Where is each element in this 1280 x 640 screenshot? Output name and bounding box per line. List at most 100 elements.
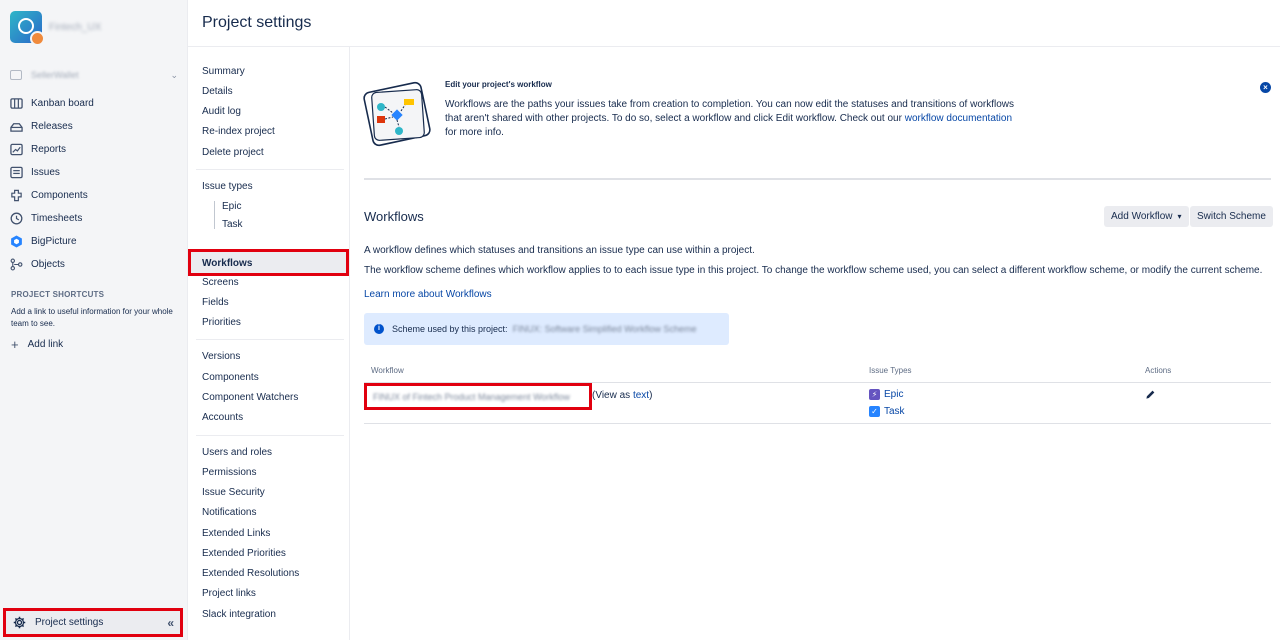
sidebar-item-objects[interactable]: Objects — [10, 253, 180, 276]
sidebar-item-kanban-board[interactable]: Kanban board — [10, 92, 180, 115]
task-icon: ✓ — [869, 406, 880, 417]
column-header-workflow: Workflow — [371, 366, 404, 375]
menu-item-extended-links[interactable]: Extended Links — [202, 528, 270, 539]
menu-item-delete-project[interactable]: Delete project — [202, 147, 264, 158]
menu-item-permissions[interactable]: Permissions — [202, 467, 256, 478]
menu-item-users-and-roles[interactable]: Users and roles — [202, 447, 272, 458]
close-banner-icon[interactable]: × — [1260, 82, 1271, 93]
sidebar-item-bigpicture[interactable]: BigPicture — [10, 230, 180, 253]
shortcuts-description: Add a link to useful information for you… — [11, 307, 173, 328]
components-icon — [11, 189, 22, 202]
sidebar-item-timesheets[interactable]: Timesheets — [10, 207, 180, 230]
menu-item-epic[interactable]: Epic — [222, 201, 241, 212]
view-as-suffix: ) — [649, 390, 653, 401]
menu-divider — [196, 339, 344, 340]
menu-item-details[interactable]: Details — [202, 86, 233, 97]
menu-item-issue-types[interactable]: Issue types — [202, 181, 253, 192]
bigpicture-icon — [11, 235, 22, 248]
sidebar-item-label: Reports — [31, 144, 67, 155]
add-link-button[interactable]: + Add link — [11, 336, 64, 352]
issue-type-task[interactable]: ✓ Task — [869, 406, 905, 417]
scheme-name-link[interactable]: FINUX: Software Simplified Workflow Sche… — [513, 324, 697, 334]
chevron-down-icon: ▾ — [1177, 212, 1182, 221]
column-header-issue-types: Issue Types — [869, 366, 912, 375]
sidebar-item-components[interactable]: Components — [10, 184, 180, 207]
settings-menu: Summary Details Audit log Re-index proje… — [188, 46, 350, 640]
collapse-sidebar-icon[interactable]: « — [167, 616, 174, 630]
workflow-name-cell[interactable]: FINUX of Fintech Product Management Work… — [364, 383, 592, 410]
sidebar-item-label: Kanban board — [31, 98, 94, 109]
plus-icon: + — [11, 336, 19, 352]
shortcuts-heading: PROJECT SHORTCUTS — [11, 290, 105, 299]
add-workflow-label: Add Workflow — [1111, 211, 1173, 222]
issue-type-epic[interactable]: ⚡ Epic — [869, 389, 903, 400]
menu-divider — [196, 169, 344, 170]
view-as-text: (View as text) — [592, 390, 652, 401]
menu-item-project-links[interactable]: Project links — [202, 588, 256, 599]
menu-item-components[interactable]: Components — [202, 372, 259, 383]
board-selector-label: SellerWallet — [31, 70, 79, 80]
pencil-icon[interactable] — [1145, 389, 1156, 400]
releases-icon — [10, 123, 23, 132]
menu-item-reindex-project[interactable]: Re-index project — [202, 126, 275, 137]
switch-scheme-button[interactable]: Switch Scheme — [1190, 206, 1273, 227]
chevron-down-icon: ⌄ — [170, 69, 178, 80]
info-icon: i — [374, 324, 384, 334]
menu-item-slack-integration[interactable]: Slack integration — [202, 609, 276, 620]
banner-text: Workflows are the paths your issues take… — [445, 98, 1020, 140]
issue-type-label: Epic — [884, 389, 904, 400]
project-name: Fintech_UX — [49, 21, 102, 33]
submenu-indent-line — [214, 201, 215, 229]
workflows-content: Edit your project's workflow Workflows a… — [350, 46, 1280, 640]
scheme-description: The workflow scheme defines which workfl… — [364, 265, 1263, 276]
board-selector[interactable]: SellerWallet ⌄ — [10, 66, 178, 84]
gear-icon — [13, 616, 26, 629]
kanban-icon — [10, 98, 23, 109]
menu-item-component-watchers[interactable]: Component Watchers — [202, 392, 298, 403]
objects-icon — [10, 258, 23, 271]
workflows-heading: Workflows — [364, 209, 424, 224]
sidebar-item-label: Issues — [31, 167, 60, 178]
menu-item-issue-security[interactable]: Issue Security — [202, 487, 265, 498]
menu-item-priorities[interactable]: Priorities — [202, 317, 241, 328]
menu-divider — [196, 435, 344, 436]
menu-item-workflows[interactable]: Workflows — [188, 249, 349, 276]
add-workflow-button[interactable]: Add Workflow ▾ — [1104, 206, 1189, 227]
menu-item-extended-priorities[interactable]: Extended Priorities — [202, 548, 286, 559]
project-settings-label: Project settings — [35, 617, 104, 628]
menu-item-task[interactable]: Task — [222, 219, 243, 230]
menu-item-screens[interactable]: Screens — [202, 277, 239, 288]
sidebar-item-project-settings[interactable]: Project settings « — [3, 608, 183, 637]
workflow-description: A workflow defines which statuses and tr… — [364, 245, 755, 256]
switch-scheme-label: Switch Scheme — [1197, 211, 1266, 222]
project-avatar — [10, 11, 45, 46]
menu-item-audit-log[interactable]: Audit log — [202, 106, 241, 117]
learn-more-link[interactable]: Learn more about Workflows — [364, 289, 492, 300]
sidebar-item-issues[interactable]: Issues — [10, 161, 180, 184]
workflow-illustration-icon — [363, 81, 431, 147]
menu-item-summary[interactable]: Summary — [202, 66, 245, 77]
banner-title: Edit your project's workflow — [445, 80, 552, 89]
sidebar-item-label: Components — [31, 190, 88, 201]
menu-item-fields[interactable]: Fields — [202, 297, 229, 308]
sidebar-item-reports[interactable]: Reports — [10, 138, 180, 161]
project-header[interactable]: Fintech_UX — [10, 10, 102, 46]
menu-item-accounts[interactable]: Accounts — [202, 412, 243, 423]
menu-item-versions[interactable]: Versions — [202, 351, 240, 362]
menu-item-extended-resolutions[interactable]: Extended Resolutions — [202, 568, 299, 579]
sidebar-item-label: BigPicture — [31, 236, 77, 247]
sidebar-item-label: Releases — [31, 121, 73, 132]
reports-icon — [10, 143, 23, 156]
board-icon — [10, 70, 22, 80]
workflow-documentation-link[interactable]: workflow documentation — [905, 113, 1012, 124]
page-title: Project settings — [202, 14, 312, 31]
sidebar-item-releases[interactable]: Releases — [10, 115, 180, 138]
add-link-label: Add link — [27, 339, 64, 350]
menu-item-notifications[interactable]: Notifications — [202, 507, 256, 518]
issue-type-label: Task — [884, 406, 905, 417]
view-as-prefix: (View as — [592, 390, 633, 401]
scheme-info-box: i Scheme used by this project: FINUX: So… — [364, 313, 729, 345]
workflow-name-link[interactable]: FINUX of Fintech Product Management Work… — [373, 392, 570, 402]
view-as-text-link[interactable]: text — [633, 390, 649, 401]
sidebar-item-label: Timesheets — [31, 213, 83, 224]
